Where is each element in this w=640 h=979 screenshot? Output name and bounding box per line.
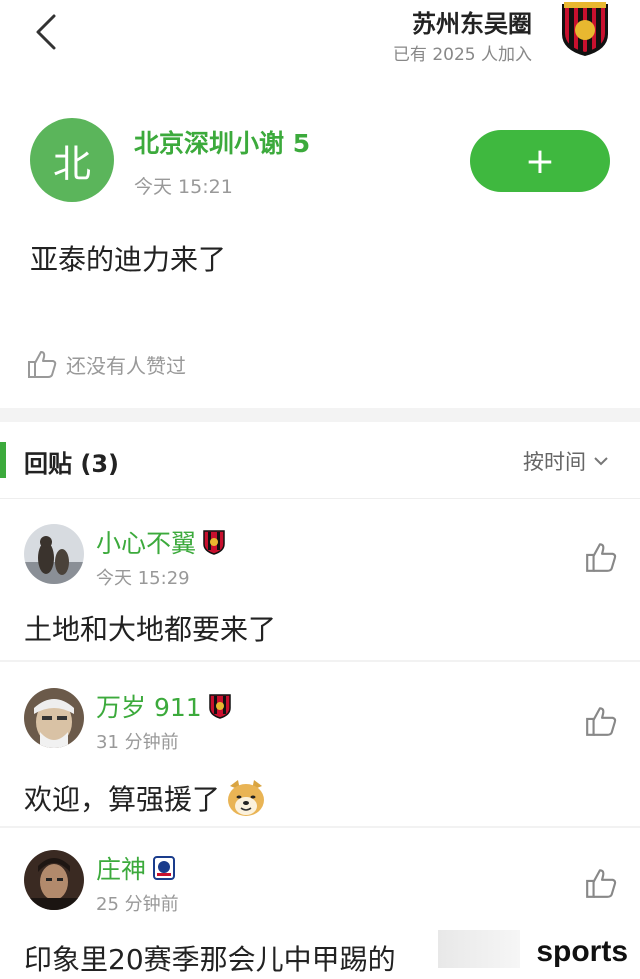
comment-author[interactable]: 小心不翼 [96, 524, 226, 560]
thumbs-up-icon[interactable] [584, 540, 618, 574]
chevron-down-icon [594, 457, 608, 466]
member-count: 已有 2025 人加入 [392, 45, 532, 65]
user-avatar[interactable] [24, 524, 84, 584]
back-arrow-icon[interactable] [32, 12, 62, 52]
user-avatar[interactable] [24, 850, 84, 910]
club-badge-icon [203, 530, 225, 555]
thumbs-up-icon[interactable] [584, 704, 618, 738]
user-avatar[interactable] [24, 688, 84, 748]
divider [0, 660, 640, 662]
accent-bar [0, 442, 6, 478]
likes-row[interactable]: 还没有人赞过 [26, 346, 186, 382]
comment-text: 土地和大地都要来了 [24, 613, 277, 646]
comment-author[interactable]: 庄神 [96, 850, 176, 886]
author-name[interactable]: 北京深圳小谢 5 [134, 124, 310, 160]
post-author: 北 北京深圳小谢 5 今天 15:21 + [30, 118, 610, 208]
club-logo-icon[interactable] [558, 0, 612, 58]
comment-author-name: 万岁 911 [96, 693, 202, 722]
sort-label: 按时间 [523, 450, 586, 474]
comment-time: 25 分钟前 [96, 894, 179, 915]
post-content: 亚泰的迪力来了 [30, 243, 227, 276]
text-fade-overlay [438, 930, 520, 968]
comment-text: 欢迎，算强援了 [24, 783, 221, 816]
post-time: 今天 15:21 [134, 176, 233, 198]
likes-text: 还没有人赞过 [66, 353, 186, 378]
author-avatar[interactable]: 北 [30, 118, 114, 202]
comment-body: 欢迎，算强援了 [24, 776, 268, 820]
thumbs-up-icon [28, 351, 57, 378]
divider [0, 498, 640, 499]
section-divider [0, 408, 640, 422]
sort-dropdown[interactable]: 按时间 [523, 446, 610, 476]
top-bar: 苏州东吴圈 已有 2025 人加入 [0, 0, 640, 80]
comment-author-name: 小心不翼 [96, 529, 197, 558]
comment-text: 印象里20赛季那会儿中甲踢的 [24, 943, 396, 976]
club-badge-icon [153, 856, 176, 880]
doge-emoji-icon [228, 780, 265, 816]
replies-title: 回贴 (3) [24, 450, 119, 478]
comment-author[interactable]: 万岁 911 [96, 688, 232, 724]
circle-name: 苏州东吴圈 [412, 10, 532, 38]
comment-time: 31 分钟前 [96, 732, 179, 753]
comment-author-name: 庄神 [96, 855, 147, 884]
replies-header: 回贴 (3) 按时间 [0, 436, 640, 488]
divider [0, 826, 640, 828]
follow-button[interactable]: + [470, 130, 610, 192]
club-badge-icon [208, 694, 231, 719]
watermark: sports [536, 935, 628, 968]
thumbs-up-icon[interactable] [584, 866, 618, 900]
comment-time: 今天 15:29 [96, 568, 190, 589]
